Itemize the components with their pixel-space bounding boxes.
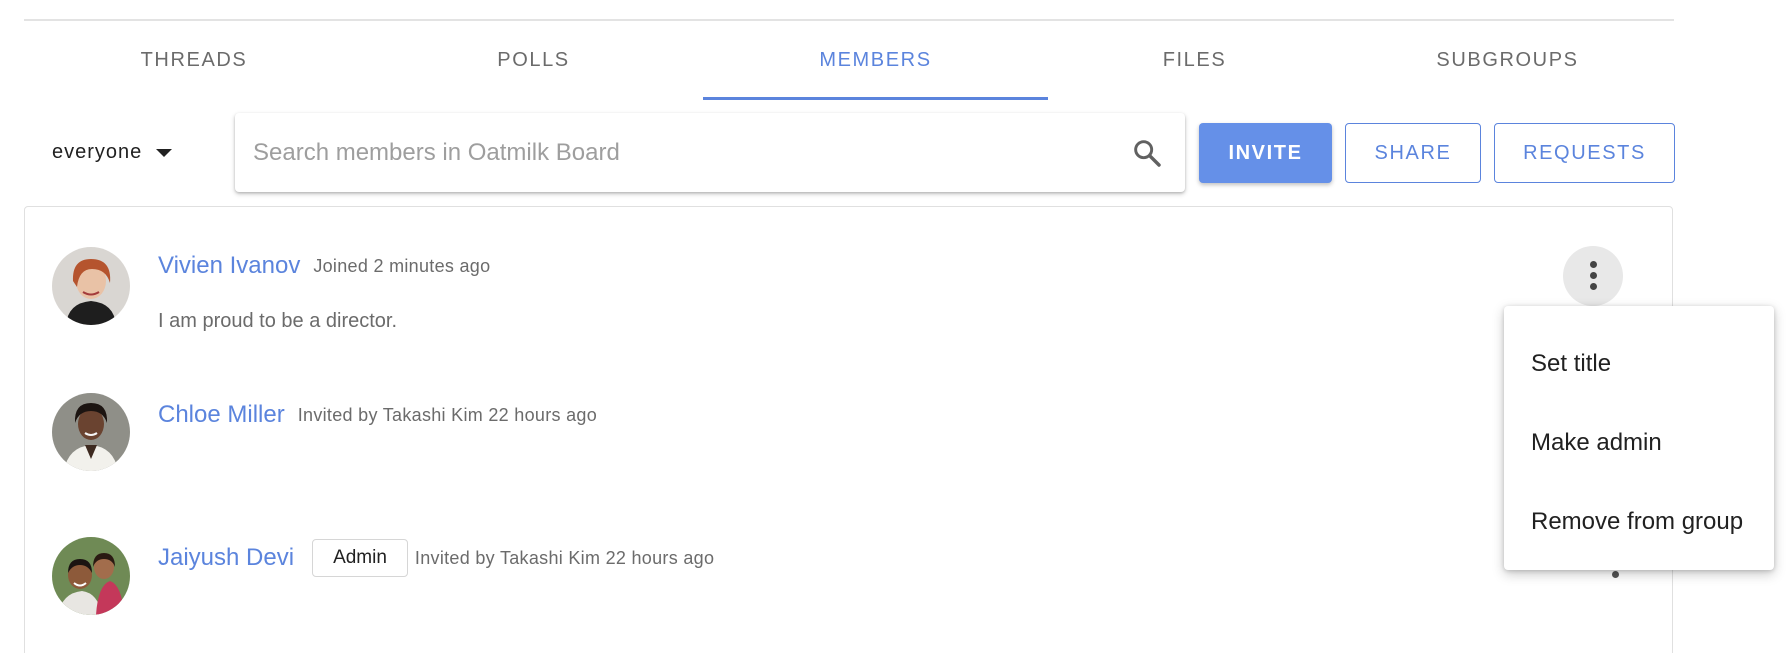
requests-button[interactable]: REQUESTS — [1494, 123, 1675, 183]
share-button[interactable]: SHARE — [1345, 123, 1481, 183]
members-page: THREADS POLLS MEMBERS FILES SUBGROUPS ev… — [0, 0, 1792, 653]
member-header: Vivien Ivanov Joined 2 minutes ago — [158, 252, 490, 280]
group-tabs: THREADS POLLS MEMBERS FILES SUBGROUPS — [24, 21, 1674, 100]
member-search-box — [235, 113, 1185, 192]
tab-members[interactable]: MEMBERS — [703, 21, 1048, 100]
invite-button[interactable]: INVITE — [1199, 123, 1332, 183]
menu-item-make-admin[interactable]: Make admin — [1504, 403, 1774, 482]
avatar[interactable] — [52, 393, 130, 471]
search-icon[interactable] — [1131, 137, 1163, 169]
menu-item-set-title[interactable]: Set title — [1504, 324, 1774, 403]
tab-polls[interactable]: POLLS — [364, 21, 703, 100]
member-header: Chloe Miller Invited by Takashi Kim 22 h… — [158, 401, 597, 429]
member-filter-select[interactable]: everyone — [52, 132, 173, 172]
member-header: Jaiyush Devi Admin Invited by Takashi Ki… — [158, 539, 714, 577]
avatar[interactable] — [52, 537, 130, 615]
tab-files[interactable]: FILES — [1048, 21, 1341, 100]
member-actions-button[interactable] — [1563, 246, 1623, 306]
members-list: Vivien Ivanov Joined 2 minutes ago I am … — [24, 206, 1673, 653]
member-name-link[interactable]: Vivien Ivanov — [158, 252, 300, 280]
menu-item-remove-from-group[interactable]: Remove from group — [1504, 482, 1774, 561]
search-input[interactable] — [253, 113, 1113, 192]
avatar[interactable] — [52, 247, 130, 325]
member-bio: I am proud to be a director. — [158, 310, 398, 332]
tab-threads[interactable]: THREADS — [24, 21, 364, 100]
member-invited-text: Invited by Takashi Kim 22 hours ago — [297, 404, 598, 425]
more-vert-icon — [1589, 261, 1597, 291]
member-invited-text: Invited by Takashi Kim 22 hours ago — [414, 547, 715, 568]
member-joined-text: Joined 2 minutes ago — [313, 255, 491, 276]
tab-subgroups[interactable]: SUBGROUPS — [1341, 21, 1674, 100]
admin-badge: Admin — [312, 539, 408, 577]
chevron-down-icon — [156, 149, 173, 157]
member-name-link[interactable]: Chloe Miller — [158, 401, 285, 429]
member-name-link[interactable]: Jaiyush Devi — [158, 544, 294, 572]
member-actions-menu: Set title Make admin Remove from group — [1504, 306, 1774, 570]
member-filter-value: everyone — [52, 140, 143, 163]
more-vert-icon[interactable] — [1612, 571, 1619, 578]
